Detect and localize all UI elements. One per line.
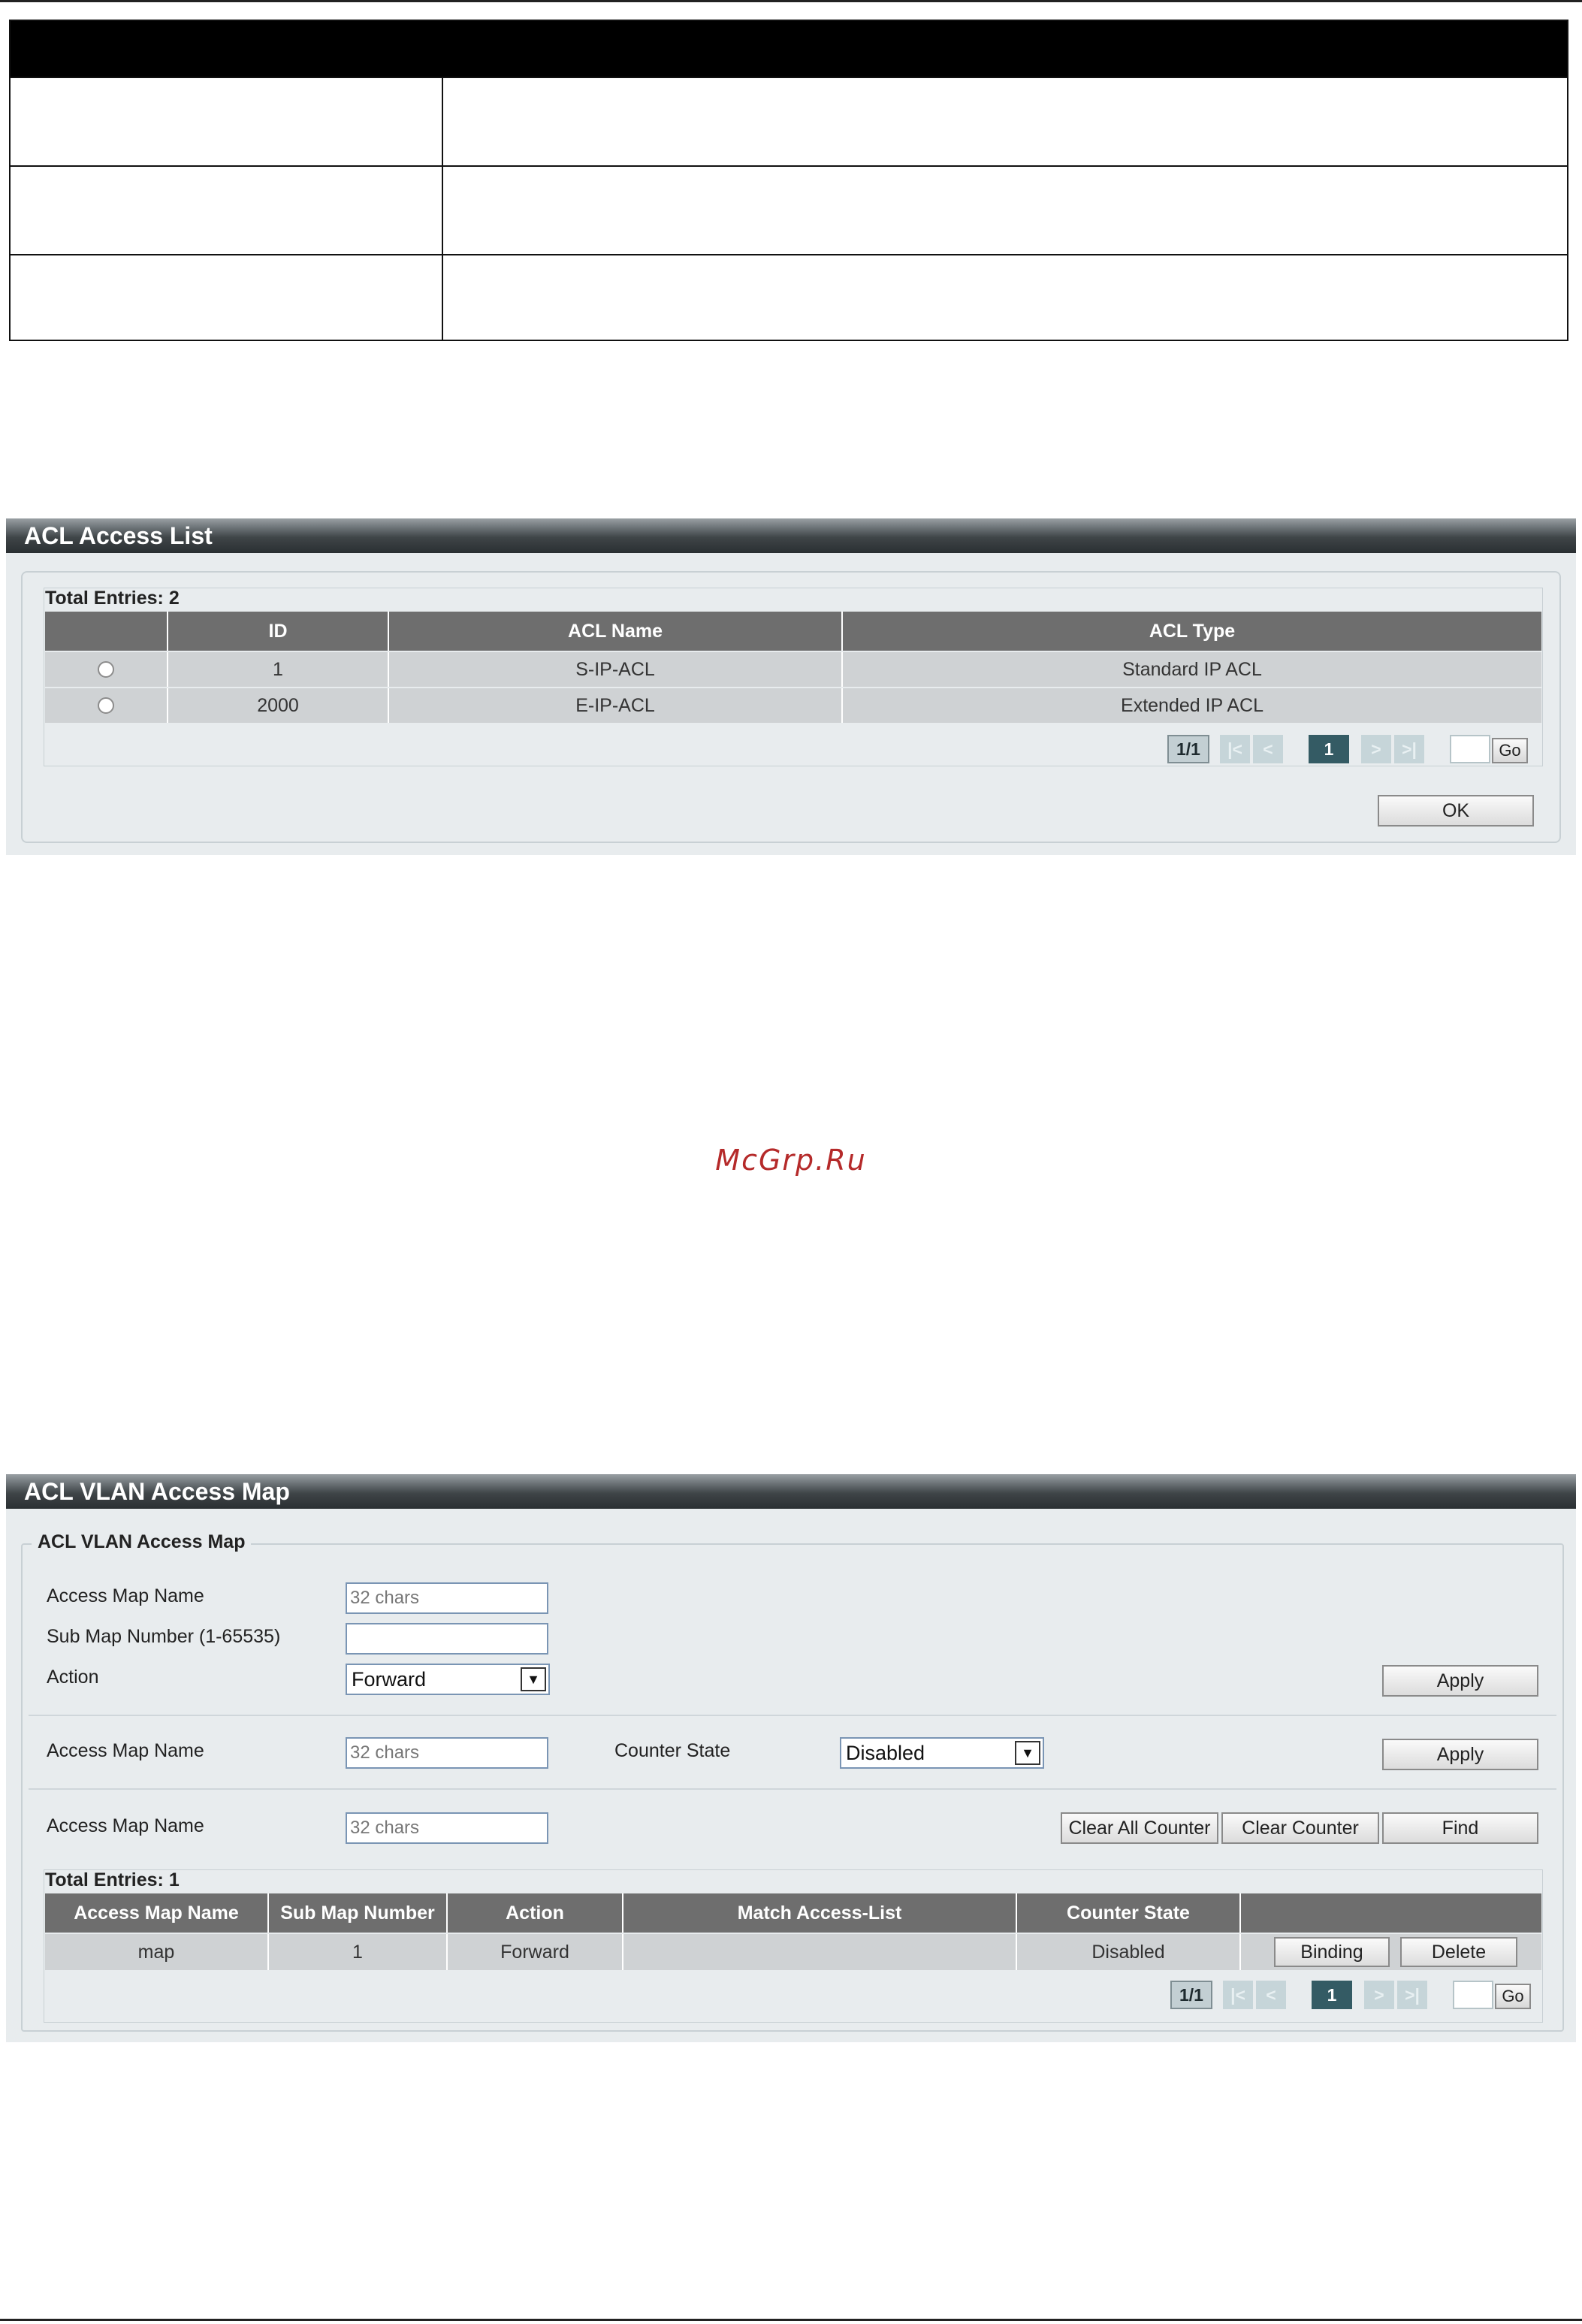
- header-match-access-list: Match Access-List: [737, 1902, 902, 1924]
- sub-map-number-input[interactable]: [346, 1623, 548, 1655]
- description-table: [9, 20, 1568, 341]
- cell-acl-name: S-IP-ACL: [575, 658, 655, 680]
- cell-match-access-list: [623, 1934, 1016, 1970]
- cell-counter-state: Disabled: [1091, 1941, 1165, 1963]
- chevron-down-icon: ▼: [521, 1667, 546, 1691]
- total-entries: Total Entries: 2: [45, 588, 180, 609]
- access-map-name-input[interactable]: 32 chars: [346, 1582, 548, 1614]
- page-number-input[interactable]: [1453, 1981, 1493, 2009]
- header-action: Action: [506, 1902, 564, 1924]
- delete-button[interactable]: Delete: [1400, 1937, 1517, 1967]
- pagination-last-button[interactable]: >|: [1394, 735, 1424, 763]
- clear-all-counter-button[interactable]: Clear All Counter: [1061, 1812, 1218, 1844]
- cell-id: 1: [273, 658, 283, 680]
- pagination-total: 1/1: [1167, 735, 1209, 763]
- section-divider: [29, 1788, 1556, 1790]
- header-acl-name: ACL Name: [568, 620, 663, 642]
- section-divider: [29, 1715, 1556, 1716]
- row-select-cell: [45, 688, 167, 723]
- pagination-first-button[interactable]: |<: [1220, 735, 1250, 763]
- cell-id: 2000: [257, 694, 299, 716]
- table-row: map 1 Forward Disabled Binding Delete: [45, 1934, 1541, 1970]
- panel-title: ACL VLAN Access Map: [6, 1474, 1576, 1509]
- page-number-input[interactable]: [1450, 735, 1490, 763]
- pagination-last-button[interactable]: >|: [1397, 1981, 1427, 2009]
- pagination-prev-button[interactable]: <: [1253, 735, 1283, 763]
- pagination-current-page[interactable]: 1: [1309, 735, 1349, 763]
- description-table-row: [11, 165, 1567, 254]
- row-select-cell: [45, 652, 167, 687]
- go-button[interactable]: Go: [1495, 1984, 1531, 2009]
- header-access-map-name: Access Map Name: [74, 1902, 239, 1924]
- counter-state-select[interactable]: Disabled ▼: [840, 1737, 1044, 1769]
- acl-table-header: ID ACL Name ACL Type: [45, 612, 1541, 651]
- cell-acl-type: Standard IP ACL: [1122, 658, 1262, 680]
- total-entries: Total Entries: 1: [45, 1869, 180, 1890]
- header-sub-map-number: Sub Map Number: [280, 1902, 435, 1924]
- access-map-name-input[interactable]: 32 chars: [346, 1737, 548, 1769]
- binding-button[interactable]: Binding: [1274, 1937, 1390, 1967]
- access-map-name-input[interactable]: 32 chars: [346, 1812, 548, 1844]
- header-actions: [1241, 1893, 1541, 1933]
- action-select-value: Forward: [352, 1667, 427, 1691]
- go-button[interactable]: Go: [1492, 738, 1528, 763]
- description-table-row: [11, 77, 1567, 165]
- access-map-name-label: Access Map Name: [47, 1740, 204, 1761]
- header-counter-state: Counter State: [1067, 1902, 1190, 1924]
- pagination-next-button[interactable]: >: [1361, 735, 1391, 763]
- sub-map-number-label: Sub Map Number (1-65535): [47, 1626, 281, 1647]
- apply-button[interactable]: Apply: [1382, 1739, 1538, 1770]
- acl-vlan-access-map-panel: ACL VLAN Access Map ACL VLAN Access Map …: [6, 1474, 1576, 2042]
- table-row: 2000 E-IP-ACL Extended IP ACL: [45, 688, 1541, 723]
- cell-action: Forward: [500, 1941, 569, 1963]
- table-row: 1 S-IP-ACL Standard IP ACL: [45, 652, 1541, 687]
- fieldset-legend: ACL VLAN Access Map: [32, 1531, 252, 1553]
- pagination-current-page[interactable]: 1: [1312, 1981, 1352, 2009]
- pagination-prev-button[interactable]: <: [1256, 1981, 1286, 2009]
- cell-acl-name: E-IP-ACL: [575, 694, 655, 716]
- column-separator: [1239, 1934, 1241, 1970]
- apply-button[interactable]: Apply: [1382, 1665, 1538, 1697]
- pagination-first-button[interactable]: |<: [1223, 1981, 1253, 2009]
- pagination-total: 1/1: [1170, 1981, 1212, 2009]
- find-button[interactable]: Find: [1382, 1812, 1538, 1844]
- row-radio-button[interactable]: [98, 697, 114, 714]
- description-table-header: [11, 21, 1567, 77]
- panel-title: ACL Access List: [6, 518, 1576, 553]
- pagination-next-button[interactable]: >: [1364, 1981, 1394, 2009]
- header-acl-type: ACL Type: [1149, 620, 1236, 642]
- chevron-down-icon: ▼: [1015, 1741, 1040, 1765]
- action-label: Action: [47, 1667, 99, 1688]
- description-table-divider: [442, 77, 443, 340]
- ok-button[interactable]: OK: [1378, 795, 1534, 827]
- action-select[interactable]: Forward ▼: [346, 1664, 550, 1695]
- header-id: ID: [268, 620, 288, 642]
- clear-counter-button[interactable]: Clear Counter: [1221, 1812, 1379, 1844]
- access-map-name-label: Access Map Name: [47, 1585, 204, 1606]
- acl-access-list-panel: ACL Access List Total Entries: 2 ID ACL …: [6, 518, 1576, 855]
- access-map-name-label: Access Map Name: [47, 1815, 204, 1836]
- cell-sub-map-number: 1: [352, 1941, 363, 1963]
- watermark: McGrp.Ru: [715, 1144, 867, 1177]
- counter-state-select-value: Disabled: [846, 1741, 925, 1764]
- bottom-rule: [0, 2319, 1582, 2321]
- top-rule: [0, 0, 1582, 2]
- cell-access-map-name: map: [137, 1941, 175, 1963]
- counter-state-label: Counter State: [614, 1740, 731, 1761]
- access-map-table-header: Access Map Name Sub Map Number Action Ma…: [45, 1893, 1541, 1933]
- description-table-row: [11, 254, 1567, 343]
- row-radio-button[interactable]: [98, 661, 114, 678]
- header-select: [45, 612, 167, 651]
- cell-acl-type: Extended IP ACL: [1121, 694, 1263, 716]
